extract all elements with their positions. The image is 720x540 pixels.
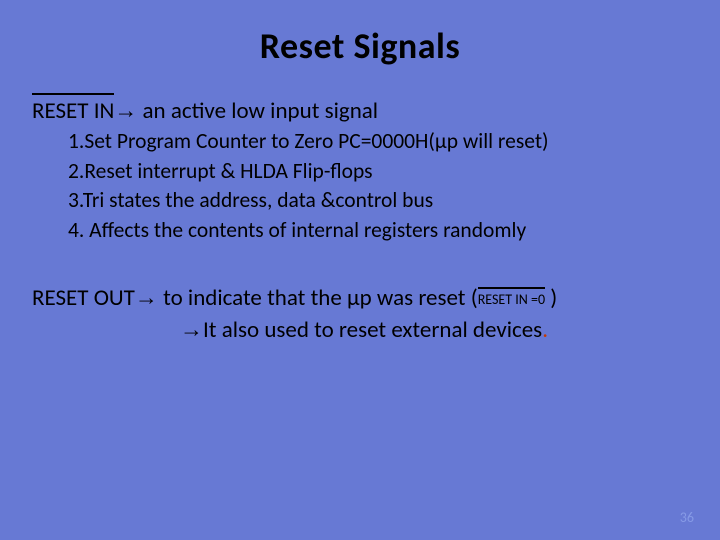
arrow-icon: → xyxy=(114,97,137,123)
reset-out-label: RESET OUT xyxy=(32,284,135,312)
reset-out-line2: →It also used to reset external devices. xyxy=(180,315,688,345)
spacer xyxy=(32,247,688,283)
page-number: 36 xyxy=(680,509,694,526)
reset-in-heading: RESET IN→ an active low input signal xyxy=(32,96,688,126)
reset-out-heading: RESET OUT→ to indicate that the µp was r… xyxy=(32,283,688,313)
reset-out-line2-text: It also used to reset external devices xyxy=(203,316,542,344)
reset-in-rest: an active low input signal xyxy=(137,97,378,125)
reset-out-rest-a: to indicate that the µp was reset ( xyxy=(158,284,478,312)
red-dot: . xyxy=(542,316,548,344)
slide-title: Reset Signals xyxy=(32,24,688,68)
reset-in-label: RESET IN xyxy=(32,97,114,126)
arrow-icon: → xyxy=(180,316,203,342)
slide-body: RESET IN→ an active low input signal 1.S… xyxy=(32,96,688,345)
reset-out-rest-b: ) xyxy=(545,284,557,312)
slide: Reset Signals RESET IN→ an active low in… xyxy=(0,0,720,540)
list-item: 2.Reset interrupt & HLDA Flip-flops xyxy=(68,158,688,186)
list-item: 1.Set Program Counter to Zero PC=0000H(µ… xyxy=(68,128,688,156)
arrow-icon: → xyxy=(135,284,158,310)
reset-in-condition: RESET IN =0 xyxy=(478,291,545,309)
list-item: 3.Tri states the address, data &control … xyxy=(68,187,688,215)
list-item: 4. Affects the contents of internal regi… xyxy=(68,217,688,245)
